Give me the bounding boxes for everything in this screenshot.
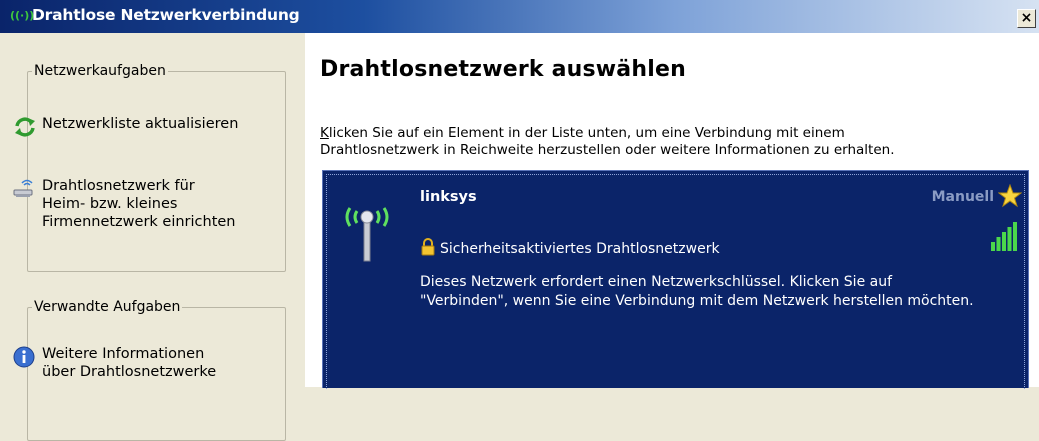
wireless-setup-icon	[13, 179, 33, 197]
refresh-network-list-label: Netzwerkliste aktualisieren	[42, 116, 239, 132]
instructions-line-1: Klicken Sie auf ein Element in der Liste…	[320, 125, 1010, 142]
setup-label-line-1: Drahtlosnetzwerk für	[42, 178, 195, 194]
close-button[interactable]: ×	[1017, 9, 1036, 28]
network-security-label: Sicherheitsaktiviertes Drahtlosnetzwerk	[440, 241, 720, 257]
network-security: Sicherheitsaktiviertes Drahtlosnetzwerk	[420, 238, 720, 257]
network-mode: Manuell	[931, 189, 994, 205]
network-list[interactable]: linksys Manuell Sicherheitsaktiviertes D…	[322, 170, 1029, 389]
info-label-line-1: Weitere Informationen	[42, 346, 205, 362]
lock-icon	[421, 238, 435, 256]
wireless-connection-window: ((·)) Drahtlose Netzwerkverbindung × Net…	[0, 0, 1039, 441]
info-label-line-2: über Drahtlosnetzwerke	[42, 364, 217, 380]
network-tasks-legend: Netzwerkaufgaben	[34, 63, 166, 79]
info-icon	[13, 346, 35, 368]
network-description: Dieses Netzwerk erfordert einen Netzwerk…	[420, 273, 1020, 311]
preferred-network-star-icon	[998, 184, 1022, 208]
setup-label-line-2: Heim- bzw. kleines	[42, 196, 178, 212]
setup-label-line-3: Firmennetzwerk einrichten	[42, 214, 236, 230]
network-selection-panel: Drahtlosnetzwerk auswählen Klicken Sie a…	[305, 33, 1039, 389]
page-title: Drahtlosnetzwerk auswählen	[320, 57, 686, 82]
network-description-line-1: Dieses Netzwerk erfordert einen Netzwerk…	[420, 274, 893, 290]
instructions-accesskey: K	[320, 125, 329, 141]
signal-strength-icon	[991, 222, 1017, 251]
wireless-info-label: Weitere Informationen über Drahtlosnetzw…	[42, 345, 216, 381]
instructions-text: Klicken Sie auf ein Element in der Liste…	[320, 125, 1010, 159]
related-tasks-legend: Verwandte Aufgaben	[34, 299, 181, 315]
wireless-antenna-icon	[345, 207, 389, 262]
refresh-icon	[15, 117, 35, 137]
instructions-line-1-rest: licken Sie auf ein Element in der Liste …	[328, 125, 845, 141]
network-ssid: linksys	[420, 189, 477, 205]
network-item-linksys[interactable]: linksys Manuell Sicherheitsaktiviertes D…	[326, 174, 1025, 389]
instructions-line-2: Drahtlosnetzwerk in Reichweite herzustel…	[320, 142, 895, 158]
wireless-connection-icon: ((·))	[10, 9, 35, 22]
setup-wireless-network-label: Drahtlosnetzwerk für Heim- bzw. kleines …	[42, 177, 236, 231]
title-bar[interactable]: ((·)) Drahtlose Netzwerkverbindung ×	[0, 0, 1039, 33]
network-tasks-group: Netzwerkaufgaben	[27, 63, 286, 272]
task-sidebar: Netzwerkaufgaben Netzwerkliste aktualisi…	[0, 33, 305, 441]
window-title: Drahtlose Netzwerkverbindung	[32, 6, 300, 24]
network-description-line-2: "Verbinden", wenn Sie eine Verbindung mi…	[420, 293, 974, 309]
